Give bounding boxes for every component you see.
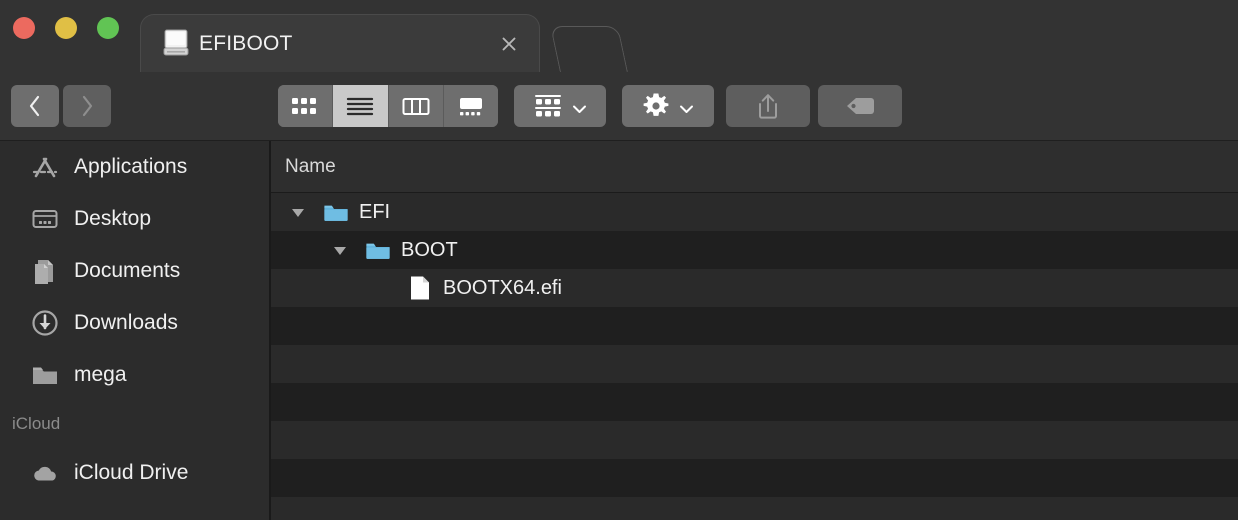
list-view-button[interactable] (333, 85, 389, 127)
chevron-right-icon (79, 94, 95, 118)
tab-efiboot[interactable]: EFIBOOT (140, 14, 540, 72)
grid-icon (292, 98, 317, 114)
sidebar-section-icloud: iCloud (12, 414, 61, 433)
file-rows: EFI BOOT BOOTX64.efi (271, 193, 1238, 520)
table-row[interactable]: EFI (271, 193, 1238, 231)
sidebar-item-label: mega (74, 363, 127, 386)
empty-row[interactable] (271, 307, 1238, 345)
icloud-icon (30, 458, 60, 488)
back-button[interactable] (11, 85, 59, 127)
sidebar-item-label: Downloads (74, 311, 178, 334)
file-list-pane: Name EFI BOOT BOOTX64.efi (271, 141, 1238, 520)
maximize-window-button[interactable] (97, 17, 119, 39)
close-icon[interactable] (499, 34, 519, 54)
documents-icon (30, 256, 60, 286)
applications-icon (30, 152, 60, 182)
empty-row[interactable] (271, 421, 1238, 459)
column-view-button[interactable] (388, 85, 444, 127)
group-grid-icon (535, 95, 561, 117)
sidebar-item-mega[interactable]: mega (0, 349, 269, 401)
sidebar-item-downloads[interactable]: Downloads (0, 297, 269, 349)
icon-view-button[interactable] (278, 85, 334, 127)
empty-row[interactable] (271, 383, 1238, 421)
external-drive-icon (163, 28, 189, 58)
table-row[interactable]: BOOTX64.efi (271, 269, 1238, 307)
desktop-icon (30, 204, 60, 234)
sidebar-item-icloud-drive[interactable]: iCloud Drive (0, 447, 269, 499)
triangle-down-icon[interactable] (285, 199, 311, 225)
table-row[interactable]: BOOT (271, 231, 1238, 269)
list-icon (347, 97, 374, 116)
sidebar-item-desktop[interactable]: Desktop (0, 193, 269, 245)
folder-icon (365, 238, 391, 262)
sidebar-item-label: Desktop (74, 207, 152, 230)
share-icon (759, 94, 777, 119)
tag-button[interactable] (818, 85, 902, 127)
empty-row[interactable] (271, 497, 1238, 520)
tab-title: EFIBOOT (199, 31, 293, 55)
column-header-row[interactable]: Name (271, 141, 1238, 193)
share-button[interactable] (726, 85, 810, 127)
downloads-icon (30, 308, 60, 338)
chevron-down-icon (679, 101, 694, 113)
chevron-left-icon (27, 94, 43, 118)
file-name: BOOTX64.efi (443, 276, 562, 299)
title-bar: EFIBOOT (0, 0, 1238, 73)
sidebar-item-applications[interactable]: Applications (0, 141, 269, 193)
sidebar-item-label: Applications (74, 155, 188, 178)
column-header-name[interactable]: Name (285, 156, 336, 178)
tag-icon (847, 98, 874, 114)
file-name: BOOT (401, 238, 458, 261)
view-mode-group (278, 85, 498, 127)
forward-button[interactable] (63, 85, 111, 127)
action-menu-button[interactable] (622, 85, 714, 127)
arrange-by-button[interactable] (514, 85, 606, 127)
sidebar-item-documents[interactable]: Documents (0, 245, 269, 297)
columns-icon (402, 98, 430, 115)
close-window-button[interactable] (13, 17, 35, 39)
empty-row[interactable] (271, 459, 1238, 497)
empty-row[interactable] (271, 345, 1238, 383)
gallery-view-button[interactable] (443, 85, 498, 127)
sidebar[interactable]: Applications Desktop Documents Downloads… (0, 141, 269, 520)
sidebar-item-label: iCloud Drive (74, 461, 189, 484)
sidebar-item-label: Documents (74, 259, 181, 282)
document-icon (407, 276, 433, 300)
folder-icon (323, 200, 349, 224)
new-tab-placeholder[interactable] (550, 26, 628, 72)
minimize-window-button[interactable] (55, 17, 77, 39)
triangle-down-icon[interactable] (327, 237, 353, 263)
finder-window: EFI BOOT Applications Desktop Documents D… (0, 0, 1238, 520)
folder-icon (30, 360, 60, 390)
window-controls (13, 17, 119, 39)
toolbar (0, 72, 1238, 141)
file-name: EFI (359, 200, 391, 223)
gallery-icon (459, 98, 482, 116)
chevron-down-icon (572, 101, 587, 113)
gear-icon (643, 93, 669, 116)
